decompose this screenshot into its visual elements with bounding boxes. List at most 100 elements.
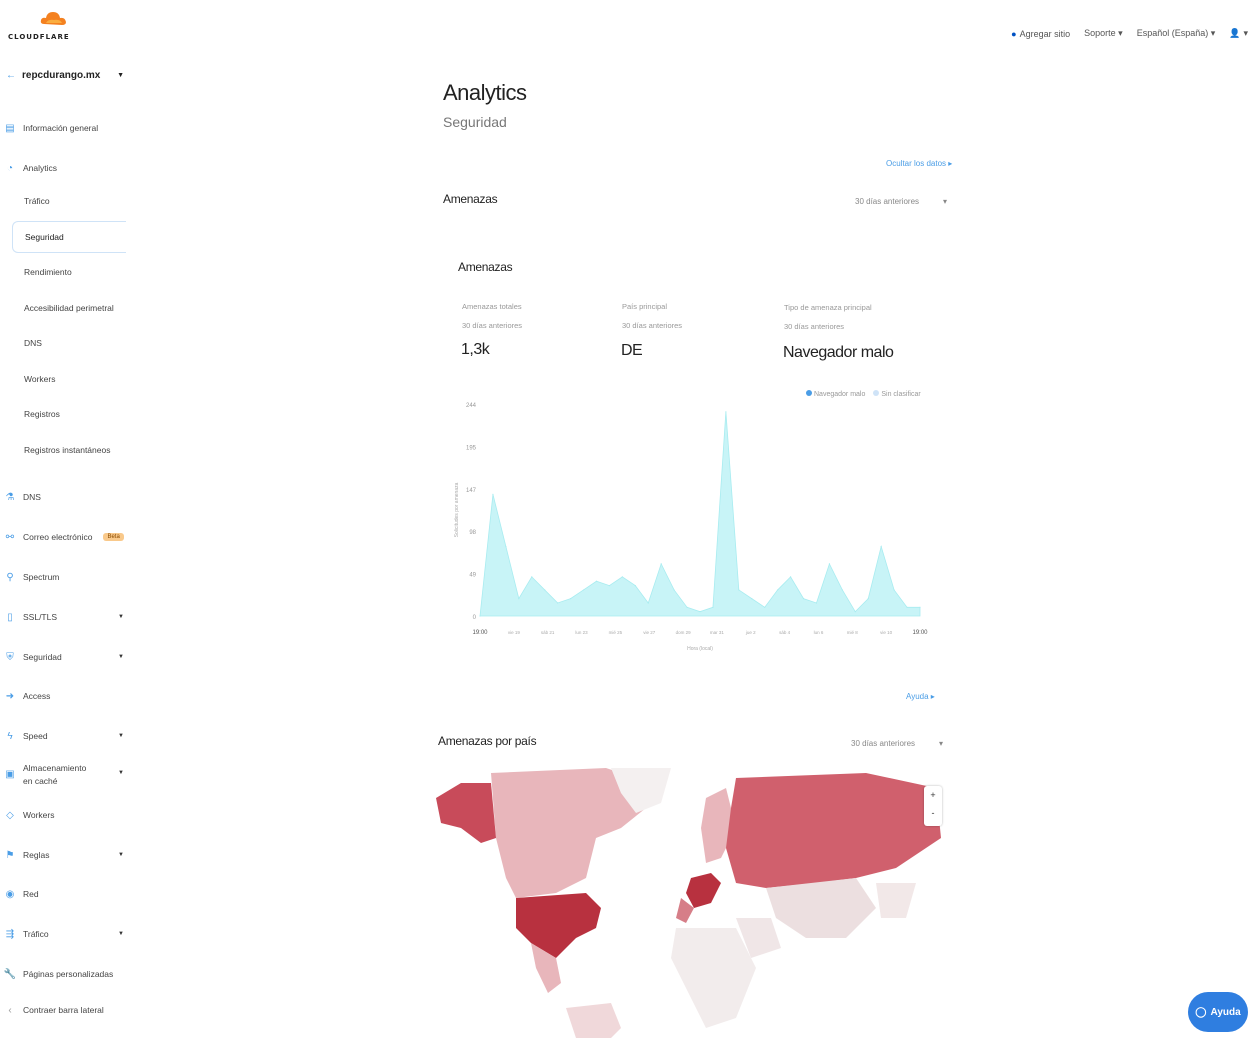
sidebar-subitem-edge-reachability[interactable]: Accesibilidad perimetral [24,303,124,313]
document-icon: ▤ [5,122,15,134]
data-point[interactable] [867,598,869,600]
lock-icon: ▯ [7,611,13,623]
sidebar-item-label: Tráfico [23,929,49,939]
data-point[interactable] [582,589,585,591]
analytics-icon: ◔ [6,162,14,174]
sidebar-item-dns[interactable]: ⚗ DNS [4,491,124,503]
data-point[interactable] [595,580,598,582]
y-tick-label: 0 [473,615,477,621]
sidebar-item-custom-pages[interactable]: 🔧 Páginas personalizadas [4,968,124,980]
data-point[interactable] [764,606,766,608]
data-point[interactable] [544,589,546,591]
data-point[interactable] [751,598,753,600]
data-point[interactable] [777,589,779,591]
help-button[interactable]: ◯ Ayuda [1188,992,1248,1032]
threat-area-series[interactable] [479,411,921,617]
sidebar-item-caching[interactable]: ▣ Almacenamiento en caché ▼ [4,762,124,788]
sidebar-item-email[interactable]: ⚯ Correo electrónico Beta [4,531,124,543]
chevron-down-icon: ▼ [118,852,124,858]
threats-range-select[interactable]: 30 días anteriores ▾ [855,197,947,206]
data-point[interactable] [673,589,675,591]
sidebar-subitem-traffic[interactable]: Tráfico [24,196,124,206]
data-point[interactable] [854,611,856,613]
top-country-sublabel: 30 días anteriores [622,321,683,330]
data-point[interactable] [531,576,533,578]
sidebar-item-label: Red [23,889,39,899]
range-select-value: 30 días anteriores [851,739,916,748]
chevron-down-icon: ▼ [118,931,124,937]
data-point[interactable] [815,602,818,604]
zoom-out-button[interactable]: - [924,804,942,822]
add-site-link[interactable]: ● Agregar sitio [1011,29,1070,39]
support-menu[interactable]: Soporte ▾ [1084,28,1123,39]
zoom-in-button[interactable]: + [924,786,942,804]
user-menu[interactable]: 👤 ▾ [1229,28,1248,39]
data-point[interactable] [906,606,908,608]
sidebar-subitem-security[interactable]: Seguridad [12,221,126,253]
data-point[interactable] [518,598,520,600]
data-point[interactable] [919,606,921,608]
sidebar-subitem-instant-logs[interactable]: Registros instantáneos [24,445,124,455]
sidebar-item-speed[interactable]: ϟ Speed ▼ [4,730,124,742]
sidebar-item-label: Analytics [23,163,58,173]
threats-area-chart[interactable]: 0 49 98 147 195 244 Solicitudes por amenaza 19:… [450,390,940,660]
sidebar-subitem-logs[interactable]: Registros [24,409,124,419]
sidebar-item-security[interactable]: ⛨ Seguridad ▼ [4,651,124,663]
sidebar-subitem-performance[interactable]: Rendimiento [24,267,124,277]
x-tick-label: 19:00 [912,630,928,636]
sidebar-item-label: DNS [23,492,41,502]
data-point[interactable] [608,584,611,587]
data-point[interactable] [557,602,559,604]
y-tick-label: 98 [469,530,476,536]
data-point[interactable] [621,576,623,578]
collapse-sidebar-button[interactable]: ‹ Contraer barra lateral [4,1004,124,1016]
range-select-value: 30 días anteriores [855,197,920,206]
country-south-america[interactable] [566,1003,621,1038]
data-point[interactable] [505,545,507,548]
top-threat-type-value: Navegador malo [783,344,894,361]
chevron-down-icon: ▼ [118,654,124,660]
sidebar-item-spectrum[interactable]: ⚲ Spectrum [4,571,124,583]
y-axis-label: Solicitudes por amenaza [454,482,460,537]
data-point[interactable] [686,606,688,608]
data-point[interactable] [893,589,895,591]
data-point[interactable] [725,411,727,413]
data-point[interactable] [569,598,572,600]
data-point[interactable] [738,589,740,591]
x-tick-label: 19:00 [472,630,488,636]
cloudflare-logo[interactable]: CLOUDFLARE [8,6,78,42]
help-link[interactable]: Ayuda ▸ [906,692,935,701]
data-point[interactable] [660,563,662,565]
map-zoom-controls: + - [924,786,942,826]
sidebar-item-traffic[interactable]: ⇶ Tráfico ▼ [4,928,124,940]
x-tick-label: vie 10 [880,630,893,635]
data-point[interactable] [647,602,649,604]
language-menu[interactable]: Español (España) ▾ [1137,28,1216,39]
account-selector[interactable]: ← repcdurango.mx ▼ [6,70,124,81]
sidebar-item-ssl-tls[interactable]: ▯ SSL/TLS ▼ [4,611,124,623]
sidebar-item-network[interactable]: ◉ Red [4,888,124,900]
data-point[interactable] [828,563,831,565]
sidebar-item-workers[interactable]: ◇ Workers [4,809,124,821]
data-point[interactable] [841,589,843,591]
x-tick-label: lun 6 [814,630,824,635]
sidebar-item-analytics[interactable]: ◔ Analytics [4,162,124,174]
sidebar-subitem-dns[interactable]: DNS [24,338,124,348]
data-point[interactable] [479,615,481,617]
data-point[interactable] [789,576,792,578]
x-tick-label: sáb 4 [779,630,791,635]
data-point[interactable] [802,598,805,600]
caching-icon: ▣ [5,768,15,780]
data-point[interactable] [492,493,494,495]
threats-world-map[interactable] [436,768,944,1038]
sidebar-subitem-workers[interactable]: Workers [24,374,124,384]
sidebar-item-rules[interactable]: ⚑ Reglas ▼ [4,849,124,861]
data-point[interactable] [634,584,636,587]
data-point[interactable] [880,545,882,548]
view-data-link[interactable]: Ocultar los datos ▸ [886,159,952,168]
sidebar-item-overview[interactable]: ▤ Información general [4,122,124,134]
sidebar-item-access[interactable]: ➜ Access [4,690,124,702]
data-point[interactable] [699,611,701,613]
map-range-select[interactable]: 30 días anteriores ▾ [851,739,943,748]
data-point[interactable] [712,606,714,608]
